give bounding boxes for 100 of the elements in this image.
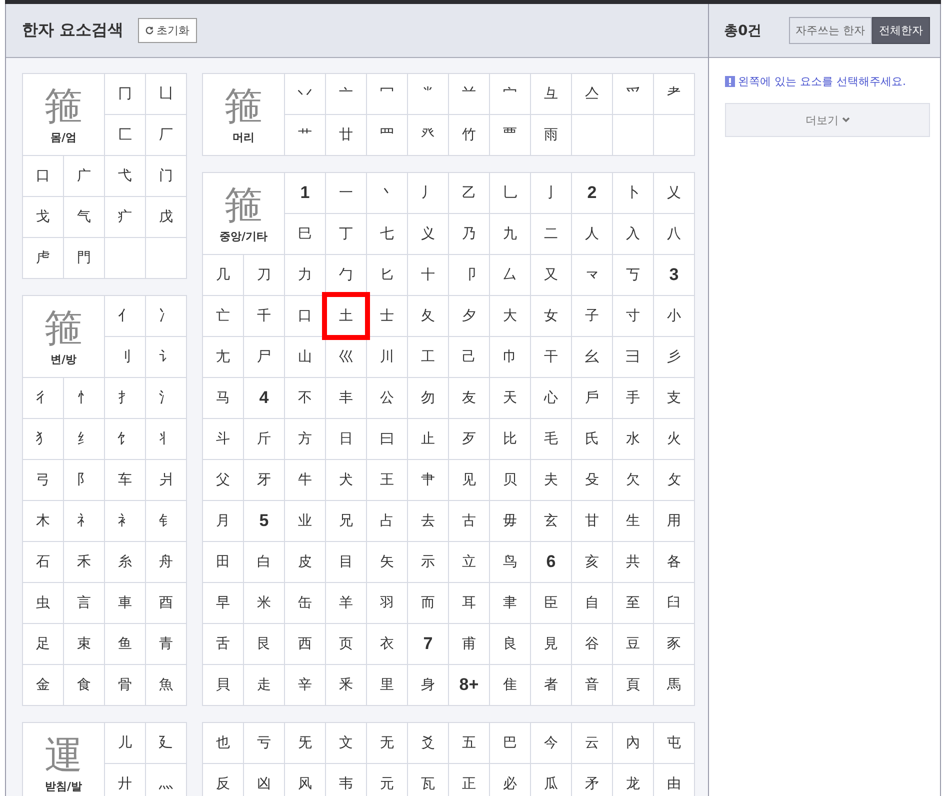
radical-cell[interactable]: 王 bbox=[367, 460, 407, 500]
radical-cell[interactable]: 夂 bbox=[408, 296, 448, 336]
radical-cell[interactable]: 土 bbox=[322, 292, 370, 340]
radical-cell[interactable]: 甘 bbox=[572, 501, 612, 541]
radical-cell[interactable]: 目 bbox=[326, 542, 366, 582]
radical-cell[interactable]: 川 bbox=[367, 337, 407, 377]
radical-cell[interactable]: 矢 bbox=[367, 542, 407, 582]
radical-cell[interactable]: 西 bbox=[285, 624, 325, 664]
radical-cell[interactable]: 人 bbox=[572, 214, 612, 254]
radical-cell[interactable]: 足 bbox=[23, 624, 63, 664]
radical-cell[interactable]: 衤 bbox=[105, 501, 145, 541]
radical-cell[interactable]: 儿 bbox=[105, 723, 145, 763]
radical-cell[interactable]: 廴 bbox=[146, 723, 186, 763]
radical-cell[interactable]: 士 bbox=[367, 296, 407, 336]
radical-cell[interactable]: 早 bbox=[203, 583, 243, 623]
radical-cell[interactable]: 舌 bbox=[203, 624, 243, 664]
radical-cell[interactable]: 竹 bbox=[449, 115, 489, 155]
radical-cell[interactable]: 冖 bbox=[367, 74, 407, 114]
radical-cell[interactable]: 气 bbox=[64, 197, 104, 237]
radical-cell[interactable]: 凵 bbox=[146, 74, 186, 114]
radical-cell[interactable]: 彡 bbox=[654, 337, 694, 377]
radical-cell[interactable]: 韦 bbox=[326, 764, 366, 796]
radical-cell[interactable]: 丰 bbox=[326, 378, 366, 418]
radical-cell[interactable]: 艹 bbox=[285, 115, 325, 155]
radical-cell[interactable]: 衣 bbox=[367, 624, 407, 664]
radical-cell[interactable]: 占 bbox=[367, 501, 407, 541]
radical-cell[interactable]: 业 bbox=[285, 501, 325, 541]
radical-cell[interactable]: 灬 bbox=[146, 764, 186, 796]
radical-cell[interactable]: 天 bbox=[490, 378, 530, 418]
radical-cell[interactable]: 羽 bbox=[367, 583, 407, 623]
radical-cell[interactable]: 刀 bbox=[244, 255, 284, 295]
radical-cell[interactable]: 友 bbox=[449, 378, 489, 418]
radical-cell[interactable]: 瓜 bbox=[531, 764, 571, 796]
radical-cell[interactable]: 覀 bbox=[490, 115, 530, 155]
radical-cell[interactable]: 弓 bbox=[23, 460, 63, 500]
radical-cell[interactable]: 至 bbox=[613, 583, 653, 623]
radical-cell[interactable]: 冂 bbox=[105, 74, 145, 114]
radical-cell[interactable]: 共 bbox=[613, 542, 653, 582]
radical-cell[interactable]: 虫 bbox=[23, 583, 63, 623]
radical-cell[interactable]: 亠 bbox=[326, 74, 366, 114]
radical-cell[interactable]: 牙 bbox=[244, 460, 284, 500]
radical-cell[interactable]: 亥 bbox=[572, 542, 612, 582]
radical-cell[interactable]: 纟 bbox=[64, 419, 104, 459]
radical-cell[interactable]: 月 bbox=[203, 501, 243, 541]
radical-cell[interactable]: 亅 bbox=[531, 173, 571, 213]
radical-cell[interactable]: 又 bbox=[531, 255, 571, 295]
radical-cell[interactable]: 比 bbox=[490, 419, 530, 459]
radical-cell[interactable]: 阝 bbox=[64, 460, 104, 500]
radical-cell[interactable]: 宀 bbox=[490, 74, 530, 114]
radical-cell[interactable]: 讠 bbox=[146, 337, 186, 377]
radical-cell[interactable]: 广 bbox=[64, 156, 104, 196]
radical-cell[interactable]: 云 bbox=[572, 723, 612, 763]
radical-cell[interactable]: 忄 bbox=[64, 378, 104, 418]
radical-cell[interactable]: 一 bbox=[326, 173, 366, 213]
radical-cell[interactable]: 古 bbox=[449, 501, 489, 541]
radical-cell[interactable]: 言 bbox=[64, 583, 104, 623]
radical-cell[interactable]: 巳 bbox=[285, 214, 325, 254]
radical-cell[interactable]: 生 bbox=[613, 501, 653, 541]
radical-cell[interactable]: 匕 bbox=[367, 255, 407, 295]
radical-cell[interactable]: 牛 bbox=[285, 460, 325, 500]
radical-cell[interactable]: 自 bbox=[572, 583, 612, 623]
radical-cell[interactable]: 女 bbox=[531, 296, 571, 336]
radical-cell[interactable]: 丬 bbox=[146, 419, 186, 459]
radical-cell[interactable]: 五 bbox=[449, 723, 489, 763]
radical-cell[interactable]: 糸 bbox=[105, 542, 145, 582]
radical-cell[interactable]: 卜 bbox=[613, 173, 653, 213]
radical-cell[interactable]: 戈 bbox=[23, 197, 63, 237]
radical-cell[interactable]: 勹 bbox=[326, 255, 366, 295]
radical-cell[interactable]: 金 bbox=[23, 665, 63, 705]
radical-cell[interactable]: 彳 bbox=[23, 378, 63, 418]
radical-cell[interactable]: 义 bbox=[408, 214, 448, 254]
radical-cell[interactable]: 父 bbox=[203, 460, 243, 500]
radical-cell[interactable]: 入 bbox=[613, 214, 653, 254]
radical-cell[interactable]: 匚 bbox=[105, 115, 145, 155]
radical-cell[interactable]: 皮 bbox=[285, 542, 325, 582]
radical-cell[interactable]: 欠 bbox=[613, 460, 653, 500]
radical-cell[interactable]: 豕 bbox=[654, 624, 694, 664]
radical-cell[interactable]: 辛 bbox=[285, 665, 325, 705]
radical-cell[interactable]: 爫 bbox=[613, 74, 653, 114]
radical-cell[interactable]: 方 bbox=[285, 419, 325, 459]
radical-cell[interactable]: 骨 bbox=[105, 665, 145, 705]
radical-cell[interactable]: 車 bbox=[105, 583, 145, 623]
radical-cell[interactable]: 走 bbox=[244, 665, 284, 705]
radical-cell[interactable]: 子 bbox=[572, 296, 612, 336]
radical-cell[interactable]: 大 bbox=[490, 296, 530, 336]
radical-cell[interactable]: 臣 bbox=[531, 583, 571, 623]
radical-cell[interactable]: 卩 bbox=[449, 255, 489, 295]
radical-cell[interactable]: 疒 bbox=[105, 197, 145, 237]
radical-cell[interactable]: 貝 bbox=[203, 665, 243, 705]
radical-cell[interactable]: 石 bbox=[23, 542, 63, 582]
radical-cell[interactable]: 斗 bbox=[203, 419, 243, 459]
radical-cell[interactable]: 束 bbox=[64, 624, 104, 664]
radical-cell[interactable]: 戶 bbox=[572, 378, 612, 418]
radical-cell[interactable]: 扌 bbox=[105, 378, 145, 418]
radical-cell[interactable]: 丿 bbox=[408, 173, 448, 213]
radical-cell[interactable]: 干 bbox=[531, 337, 571, 377]
radical-cell[interactable]: 风 bbox=[285, 764, 325, 796]
radical-cell[interactable]: 豆 bbox=[613, 624, 653, 664]
radical-cell[interactable]: 止 bbox=[408, 419, 448, 459]
radical-cell[interactable]: 丶 bbox=[367, 173, 407, 213]
